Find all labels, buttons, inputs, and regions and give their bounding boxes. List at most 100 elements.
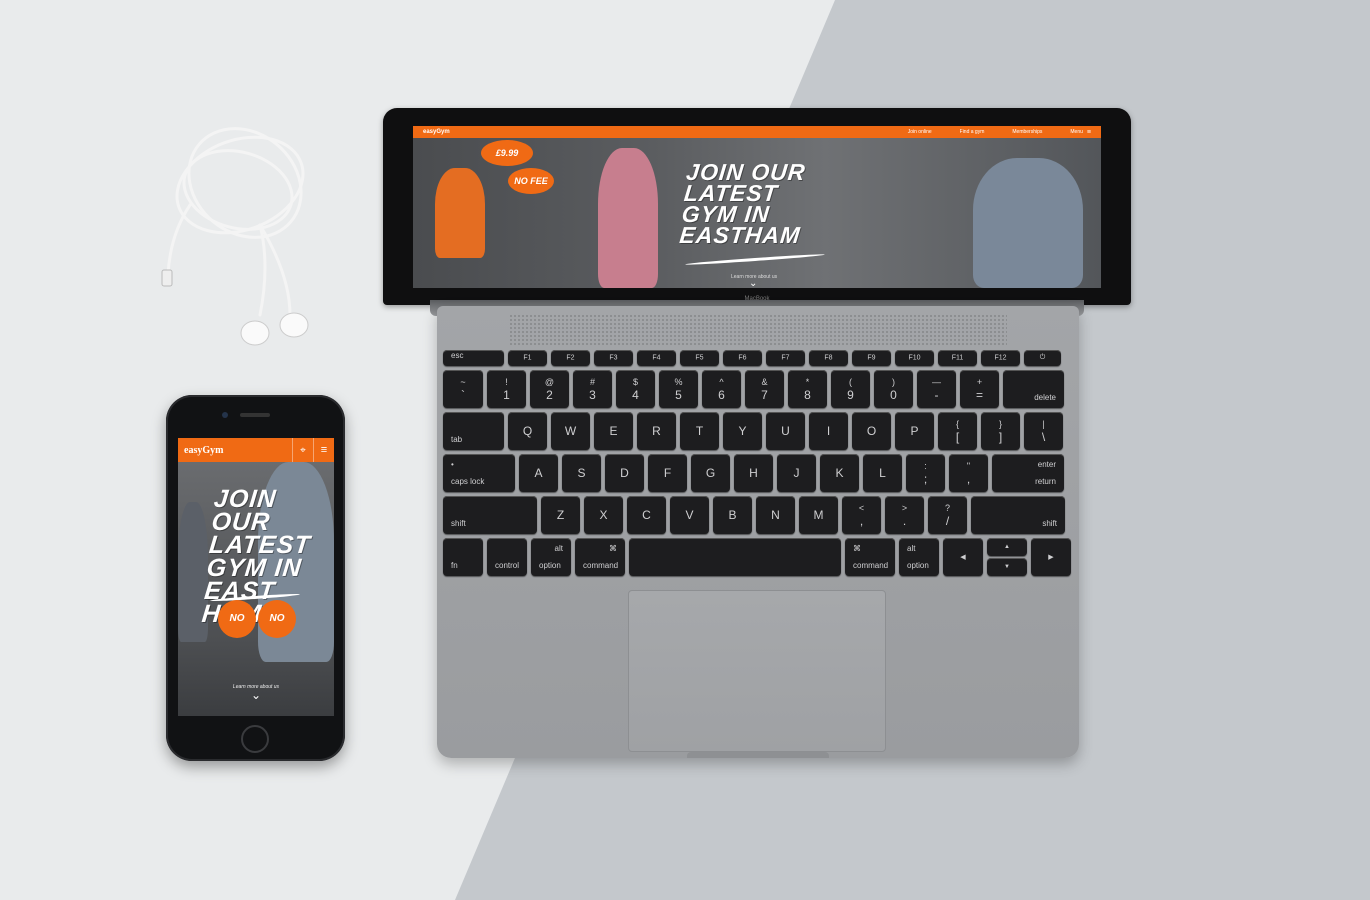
- key-f12[interactable]: F12: [981, 350, 1020, 366]
- earphones-image: [161, 127, 309, 346]
- key-u[interactable]: U: [766, 412, 805, 450]
- key-f3[interactable]: F3: [594, 350, 633, 366]
- key-7[interactable]: & 7: [745, 370, 784, 408]
- key-semicolon[interactable]: :;: [906, 454, 945, 492]
- key-l[interactable]: L: [863, 454, 902, 492]
- key-c[interactable]: C: [627, 496, 666, 534]
- qwerty-row: tab Q W E R T Y U I O P {[ }] | \: [443, 412, 1073, 450]
- key-f10[interactable]: F10: [895, 350, 934, 366]
- key-command-left[interactable]: ⌘ command: [575, 538, 625, 576]
- nav-join-online[interactable]: Join online: [908, 129, 932, 135]
- key-right-bracket[interactable]: }]: [981, 412, 1020, 450]
- key-f9[interactable]: F9: [852, 350, 891, 366]
- key-w[interactable]: W: [551, 412, 590, 450]
- key-return[interactable]: enter return: [992, 454, 1064, 492]
- key-comma[interactable]: <,: [842, 496, 881, 534]
- key-3[interactable]: #3: [573, 370, 612, 408]
- key-quote[interactable]: ",: [949, 454, 988, 492]
- phone-site-header: easyGym ⌖ ≡: [178, 438, 334, 462]
- key-n[interactable]: N: [756, 496, 795, 534]
- key-arrow-down[interactable]: ▼: [987, 558, 1027, 576]
- key-m[interactable]: M: [799, 496, 838, 534]
- menu-icon[interactable]: ≡: [1087, 129, 1091, 136]
- laptop-site-logo[interactable]: easyGym: [423, 129, 450, 135]
- key-f6[interactable]: F6: [723, 350, 762, 366]
- key-o[interactable]: O: [852, 412, 891, 450]
- key-2[interactable]: @2: [530, 370, 569, 408]
- key-x[interactable]: X: [584, 496, 623, 534]
- key-j[interactable]: J: [777, 454, 816, 492]
- phone-screen: easyGym ⌖ ≡ JOIN OUR LATEST GYM IN EAST …: [178, 438, 334, 716]
- key-space[interactable]: [629, 538, 841, 576]
- key-h[interactable]: H: [734, 454, 773, 492]
- key-k[interactable]: K: [820, 454, 859, 492]
- key-0[interactable]: ) 0: [874, 370, 913, 408]
- nav-menu[interactable]: Menu: [1070, 129, 1083, 135]
- key-f5[interactable]: F5: [680, 350, 719, 366]
- phone: easyGym ⌖ ≡ JOIN OUR LATEST GYM IN EAST …: [166, 395, 345, 761]
- key-f1[interactable]: F1: [508, 350, 547, 366]
- key-g[interactable]: G: [691, 454, 730, 492]
- key-arrow-right[interactable]: ▶: [1031, 538, 1071, 576]
- nav-find-gym[interactable]: Find a gym: [960, 129, 985, 135]
- key-minus[interactable]: — -: [917, 370, 956, 408]
- key-9[interactable]: (9: [831, 370, 870, 408]
- key-e[interactable]: E: [594, 412, 633, 450]
- laptop-screen: easyGym Join online Find a gym Membershi…: [413, 126, 1101, 288]
- key-arrow-up[interactable]: ▲: [987, 538, 1027, 556]
- key-backtick[interactable]: ~ `: [443, 370, 483, 408]
- key-equals[interactable]: + =: [960, 370, 999, 408]
- headline-line-4: EASTHAM: [678, 222, 802, 249]
- home-button[interactable]: [241, 725, 269, 753]
- nav-memberships[interactable]: Memberships: [1012, 129, 1042, 135]
- key-arrow-left[interactable]: ◀: [943, 538, 983, 576]
- key-f2[interactable]: F2: [551, 350, 590, 366]
- key-4[interactable]: $4: [616, 370, 655, 408]
- trackpad[interactable]: [628, 590, 886, 752]
- menu-icon[interactable]: ≡: [313, 438, 334, 462]
- key-caps-lock[interactable]: • caps lock: [443, 454, 515, 492]
- key-f8[interactable]: F8: [809, 350, 848, 366]
- key-option-left[interactable]: alt option: [531, 538, 571, 576]
- key-z[interactable]: Z: [541, 496, 580, 534]
- key-period[interactable]: >.: [885, 496, 924, 534]
- key-t[interactable]: T: [680, 412, 719, 450]
- key-a[interactable]: A: [519, 454, 558, 492]
- chevron-down-icon[interactable]: ⌄: [178, 688, 334, 702]
- phone-site-logo[interactable]: easyGym: [184, 445, 223, 456]
- hero-photo-trainer: [435, 168, 485, 258]
- key-b[interactable]: B: [713, 496, 752, 534]
- key-shift-left[interactable]: shift: [443, 496, 537, 534]
- key-fn[interactable]: fn: [443, 538, 483, 576]
- location-pin-icon[interactable]: ⌖: [292, 438, 313, 462]
- key-shift-right[interactable]: shift: [971, 496, 1065, 534]
- key-f7[interactable]: F7: [766, 350, 805, 366]
- key-delete[interactable]: delete: [1003, 370, 1064, 408]
- key-f[interactable]: F: [648, 454, 687, 492]
- key-5[interactable]: % 5: [659, 370, 698, 408]
- key-slash[interactable]: ? /: [928, 496, 967, 534]
- key-i[interactable]: I: [809, 412, 848, 450]
- key-left-bracket[interactable]: {[: [938, 412, 977, 450]
- key-f11[interactable]: F11: [938, 350, 977, 366]
- key-esc[interactable]: esc: [443, 350, 504, 366]
- key-6[interactable]: ^ 6: [702, 370, 741, 408]
- key-v[interactable]: V: [670, 496, 709, 534]
- key-f4[interactable]: F4: [637, 350, 676, 366]
- chevron-down-icon[interactable]: ⌄: [749, 278, 757, 288]
- key-s[interactable]: S: [562, 454, 601, 492]
- key-y[interactable]: Y: [723, 412, 762, 450]
- key-backslash[interactable]: | \: [1024, 412, 1063, 450]
- key-option-right[interactable]: alt option: [899, 538, 939, 576]
- speaker-grille: [509, 314, 1007, 346]
- key-d[interactable]: D: [605, 454, 644, 492]
- key-1[interactable]: ! 1: [487, 370, 526, 408]
- key-control[interactable]: control: [487, 538, 527, 576]
- key-q[interactable]: Q: [508, 412, 547, 450]
- key-tab[interactable]: tab: [443, 412, 504, 450]
- key-8[interactable]: * 8: [788, 370, 827, 408]
- key-command-right[interactable]: ⌘ command: [845, 538, 895, 576]
- key-p[interactable]: P: [895, 412, 934, 450]
- key-r[interactable]: R: [637, 412, 676, 450]
- power-icon[interactable]: ⏻: [1024, 350, 1061, 366]
